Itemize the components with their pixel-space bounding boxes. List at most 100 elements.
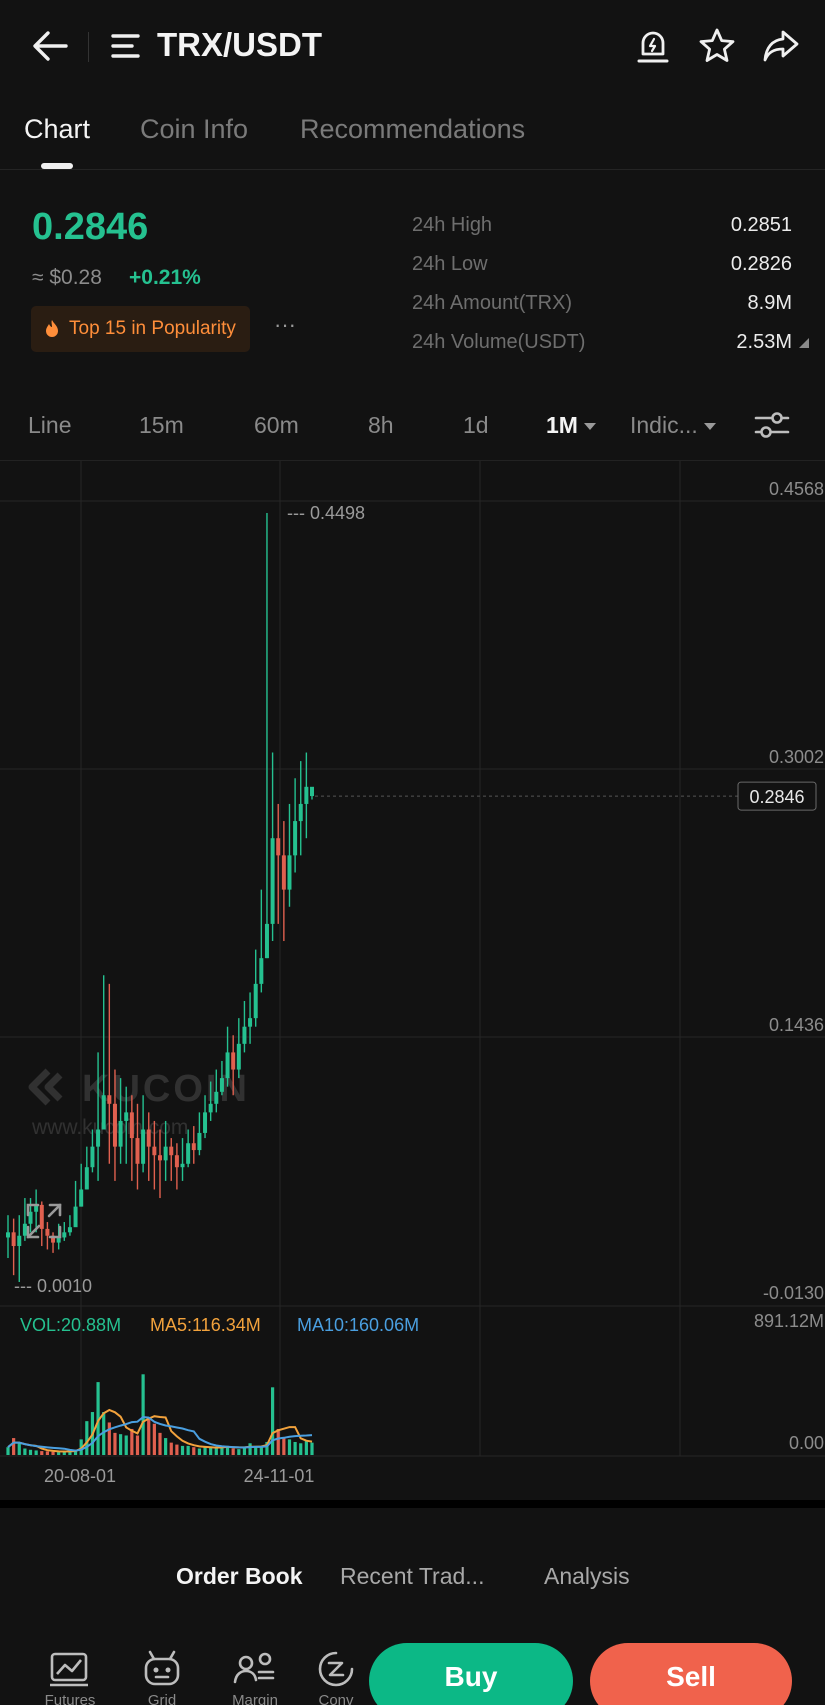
candle-body: [163, 1146, 168, 1161]
watermark-brand: KUCOIN: [82, 1068, 250, 1110]
buy-button[interactable]: Buy: [369, 1643, 573, 1705]
candle-body: [67, 1227, 72, 1233]
candle-body: [39, 1204, 44, 1229]
chevron-down-icon: [703, 423, 716, 431]
volume-bar: [192, 1447, 196, 1455]
ma10-label: MA10:160.06M: [297, 1315, 419, 1335]
volume-bar: [118, 1434, 123, 1455]
volume-bar: [107, 1422, 111, 1455]
price-alert-icon[interactable]: [633, 26, 673, 66]
candle-body: [203, 1112, 208, 1133]
candle-body: [219, 1078, 224, 1092]
current-price-tag[interactable]: 0.2846: [737, 781, 817, 811]
candle-body: [180, 1163, 185, 1168]
chevron-down-icon: [583, 423, 596, 431]
tab-coin-info[interactable]: Coin Info: [140, 114, 248, 145]
candles: [6, 512, 314, 1283]
nav-convert[interactable]: Conv: [306, 1650, 366, 1705]
candle-body: [112, 1103, 117, 1147]
candle-body: [293, 821, 298, 856]
indicators-dropdown[interactable]: Indic...: [630, 412, 716, 439]
volume-bar: [12, 1438, 16, 1455]
candle-body: [129, 1112, 134, 1139]
stat-value: 0.2826: [730, 253, 792, 275]
chart-area[interactable]: KUCOIN www.kucoin.com 0.4568 0.3002 0.14…: [0, 460, 825, 1492]
kucoin-logo-icon: [28, 1068, 63, 1106]
candle-body: [141, 1129, 146, 1164]
volume-bar: [186, 1445, 190, 1455]
menu-icon[interactable]: [110, 30, 142, 62]
interval-1d[interactable]: 1d: [463, 412, 489, 439]
nav-margin[interactable]: Margin: [225, 1650, 285, 1705]
stat-label: 24h Amount(TRX): [412, 292, 573, 314]
stat-label: 24h Volume(USDT): [412, 331, 586, 353]
candle-body: [152, 1146, 157, 1156]
volume-bar: [276, 1428, 280, 1455]
candle-body: [231, 1052, 236, 1070]
interval-1m[interactable]: 1M: [546, 412, 596, 439]
chart-settings-icon[interactable]: [754, 408, 790, 442]
y-tick-label: 0.3002: [769, 747, 824, 767]
volume-bar: [282, 1438, 286, 1455]
candle-body: [259, 958, 264, 984]
candle-body: [45, 1228, 50, 1236]
tab-analysis[interactable]: Analysis: [544, 1563, 630, 1590]
candle-body: [214, 1091, 219, 1104]
volume-bar: [130, 1428, 134, 1455]
nav-label: Futures: [44, 1692, 96, 1705]
back-arrow-icon[interactable]: [30, 28, 70, 64]
volume-bar: [17, 1442, 21, 1455]
stat-24h-low: 24h Low 0.2826: [412, 253, 792, 283]
candle-body: [22, 1223, 27, 1236]
candle-body: [174, 1155, 179, 1168]
candle-body: [107, 1095, 112, 1104]
candlestick-chart[interactable]: KUCOIN www.kucoin.com 0.4568 0.3002 0.14…: [0, 461, 825, 1493]
volume-bar: [175, 1444, 179, 1455]
low-marker: --- 0.0010: [14, 1276, 92, 1296]
candle-body: [236, 1043, 241, 1070]
nav-label: Grid: [147, 1692, 177, 1705]
tab-order-book[interactable]: Order Book: [176, 1563, 303, 1590]
candle-body: [281, 855, 286, 890]
interval-15m[interactable]: 15m: [139, 412, 184, 439]
pair-title[interactable]: TRX/USDT: [157, 26, 322, 64]
volume-bar: [293, 1441, 297, 1455]
y-tick-label: 0.1436: [769, 1015, 824, 1035]
stat-24h-volume: 24h Volume(USDT) 2.53M: [412, 331, 792, 361]
candle-body: [248, 1018, 253, 1027]
candle-body: [101, 1095, 106, 1130]
sell-button[interactable]: Sell: [590, 1643, 792, 1705]
nav-futures[interactable]: Futures: [40, 1650, 100, 1705]
volume-bar: [203, 1447, 207, 1455]
interval-line[interactable]: Line: [28, 412, 71, 439]
more-options-icon[interactable]: ···: [274, 312, 296, 338]
candle-body: [79, 1189, 84, 1207]
share-icon[interactable]: [761, 26, 801, 66]
candle-body: [186, 1143, 191, 1164]
tab-chart[interactable]: Chart: [24, 114, 90, 145]
tab-recent-trades[interactable]: Recent Trad...: [340, 1563, 484, 1590]
interval-bar: Line 15m 60m 8h 1d 1M Indic...: [0, 400, 825, 452]
volume-bar: [164, 1438, 168, 1455]
candle-body: [298, 803, 303, 822]
convert-icon: [318, 1651, 354, 1687]
candle-body: [118, 1120, 123, 1147]
high-marker: --- 0.4498: [287, 503, 365, 523]
volume-bar: [169, 1442, 173, 1455]
stat-24h-high: 24h High 0.2851: [412, 214, 792, 244]
y-axis-labels: 0.4568 0.3002 0.1436 -0.0130: [763, 479, 824, 1303]
indicators-label: Indic...: [630, 412, 698, 438]
tab-recommendations[interactable]: Recommendations: [300, 114, 525, 145]
interval-8h[interactable]: 8h: [368, 412, 394, 439]
stat-label: 24h Low: [412, 253, 488, 275]
candle-body: [304, 786, 309, 804]
volume-bar: [141, 1374, 145, 1455]
x-tick-label: 20-08-01: [44, 1466, 116, 1486]
popularity-badge[interactable]: Top 15 in Popularity: [31, 306, 250, 352]
star-icon[interactable]: [697, 26, 737, 66]
fullscreen-icon[interactable]: [26, 1203, 62, 1239]
nav-grid[interactable]: Grid: [132, 1650, 192, 1705]
candle-body: [84, 1167, 89, 1190]
volume-bar: [147, 1418, 151, 1455]
interval-60m[interactable]: 60m: [254, 412, 299, 439]
